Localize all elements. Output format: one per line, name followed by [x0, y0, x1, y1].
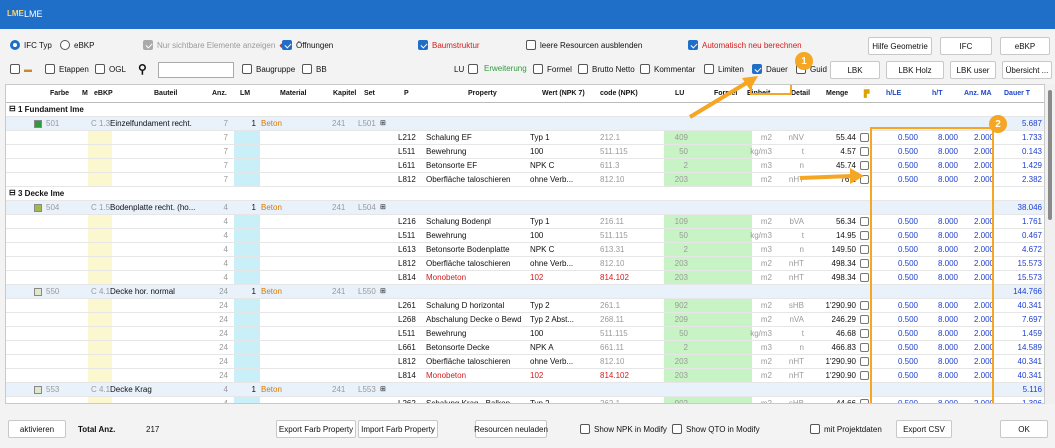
- checkbox-show-qto[interactable]: Show QTO in Modify: [672, 424, 760, 434]
- callout-arrows: [688, 76, 864, 184]
- checkbox-show-npk-box[interactable]: [580, 424, 590, 434]
- total-value: 217: [146, 425, 160, 434]
- arrow-head-duration: [850, 168, 864, 184]
- checkbox-show-npk-label: Show NPK in Modify: [594, 424, 667, 434]
- checkbox-show-npk[interactable]: Show NPK in Modify: [580, 424, 667, 434]
- checkbox-show-qto-box[interactable]: [672, 424, 682, 434]
- export-farb-button[interactable]: Export Farb Property: [276, 420, 356, 438]
- ok-button[interactable]: OK: [1000, 420, 1048, 438]
- checkbox-projektdaten[interactable]: mit Projektdaten: [810, 424, 882, 434]
- checkbox-projektdaten-label: mit Projektdaten: [824, 424, 882, 434]
- footer: aktivieren Total Anz. 217 Export Farb Pr…: [0, 412, 1055, 448]
- export-csv-button[interactable]: Export CSV: [896, 420, 952, 438]
- checkbox-projektdaten-box[interactable]: [810, 424, 820, 434]
- arrow-to-dauer: [688, 80, 750, 119]
- resourcen-neuladen-button[interactable]: Resourcen neuladen: [474, 420, 548, 438]
- total-label: Total Anz.: [78, 425, 116, 434]
- checkbox-show-qto-label: Show QTO in Modify: [686, 424, 760, 434]
- import-farb-button[interactable]: Import Farb Property: [358, 420, 438, 438]
- arrow-to-duration: [799, 174, 853, 180]
- aktivieren-button[interactable]: aktivieren: [8, 420, 66, 438]
